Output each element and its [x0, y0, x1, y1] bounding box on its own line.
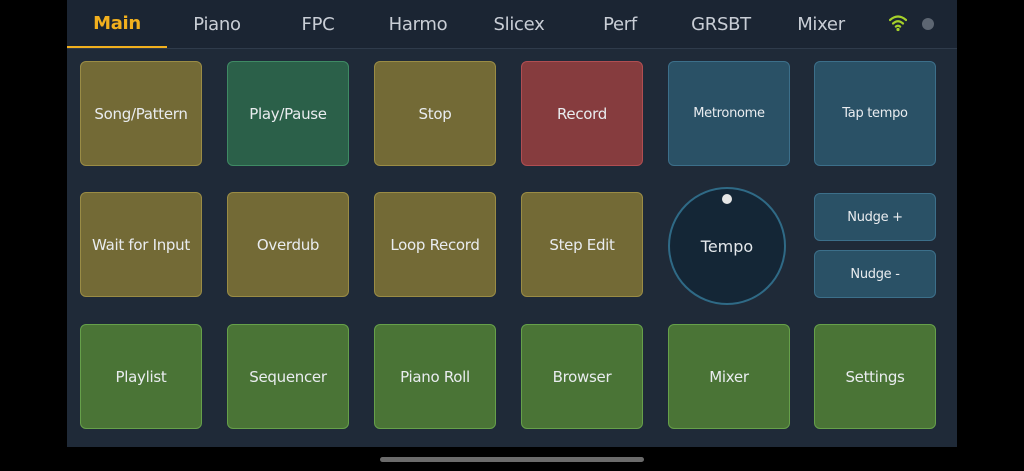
song-pattern-button[interactable]: Song/Pattern — [80, 61, 202, 166]
tempo-knob[interactable]: Tempo — [668, 187, 786, 305]
tab-piano[interactable]: Piano — [167, 0, 267, 48]
wifi-icon — [889, 15, 907, 32]
mixer-button[interactable]: Mixer — [668, 324, 790, 429]
browser-button[interactable]: Browser — [521, 324, 643, 429]
record-button[interactable]: Record — [521, 61, 643, 166]
app-panel: Main Piano FPC Harmo Slicex Perf GRSBT M… — [67, 0, 957, 447]
tab-main[interactable]: Main — [67, 0, 167, 48]
tab-harmo[interactable]: Harmo — [368, 0, 468, 48]
step-edit-button[interactable]: Step Edit — [521, 192, 643, 297]
knob-indicator — [722, 194, 732, 204]
play-pause-button[interactable]: Play/Pause — [227, 61, 349, 166]
nudge-plus-button[interactable]: Nudge + — [814, 193, 936, 241]
wait-for-input-button[interactable]: Wait for Input — [80, 192, 202, 297]
playlist-button[interactable]: Playlist — [80, 324, 202, 429]
tempo-label: Tempo — [700, 237, 754, 256]
tab-perf[interactable]: Perf — [570, 0, 670, 48]
nudge-minus-button[interactable]: Nudge - — [814, 250, 936, 298]
overdub-button[interactable]: Overdub — [227, 192, 349, 297]
metronome-button[interactable]: Metronome — [668, 61, 790, 166]
stop-button[interactable]: Stop — [374, 61, 496, 166]
tab-grsbt[interactable]: GRSBT — [671, 0, 771, 48]
tab-bar: Main Piano FPC Harmo Slicex Perf GRSBT M… — [67, 0, 957, 49]
loop-record-button[interactable]: Loop Record — [374, 192, 496, 297]
tab-mixer[interactable]: Mixer — [771, 0, 871, 48]
settings-button[interactable]: Settings — [814, 324, 936, 429]
sequencer-button[interactable]: Sequencer — [227, 324, 349, 429]
piano-roll-button[interactable]: Piano Roll — [374, 324, 496, 429]
tab-slicex[interactable]: Slicex — [469, 0, 569, 48]
home-indicator[interactable] — [380, 457, 644, 462]
tap-tempo-button[interactable]: Tap tempo — [814, 61, 936, 166]
tab-fpc[interactable]: FPC — [268, 0, 368, 48]
status-indicator — [922, 18, 934, 30]
